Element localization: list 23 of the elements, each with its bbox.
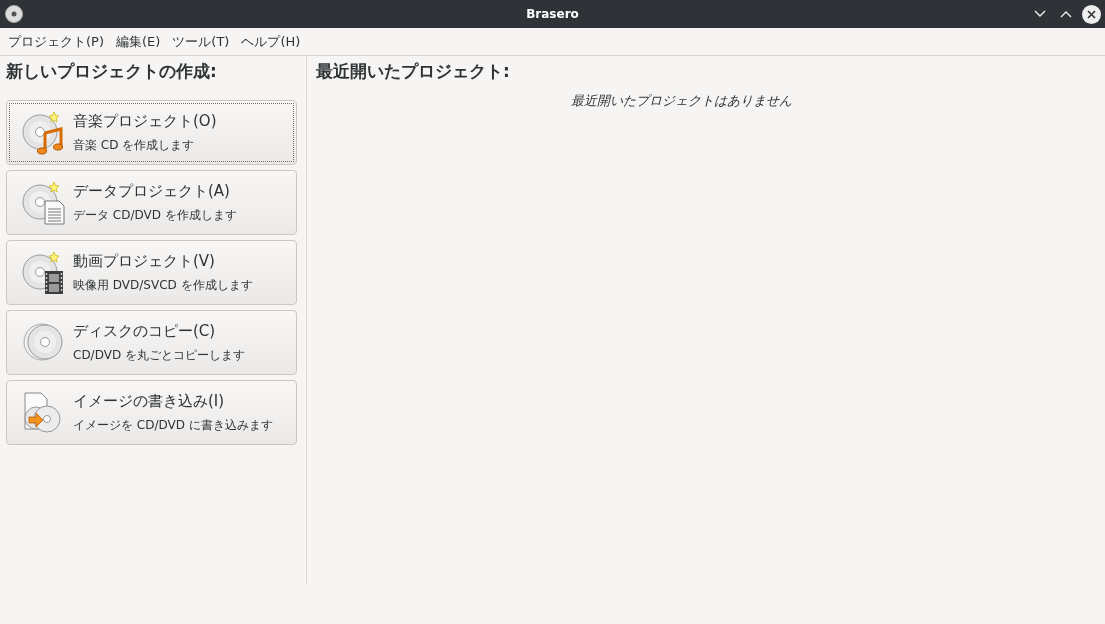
menu-item[interactable]: ツール(T) [167,29,235,54]
project-button[interactable]: ディスクのコピー(C) CD/DVD を丸ごとコピーします [6,309,297,375]
project-title: 動画プロジェクト(V) [73,250,216,272]
project-description: イメージを CD/DVD に書き込みます [73,417,273,435]
project-button[interactable]: 音楽プロジェクト(O) 音楽 CD を作成します [6,99,297,165]
project-title: ディスクのコピー(C) [73,320,217,342]
section-heading: 最近開いたプロジェクト: [316,60,511,83]
project-button[interactable]: 動画プロジェクト(V) 映像用 DVD/SVCD を作成します [6,239,297,305]
project-description: 音楽 CD を作成します [73,137,196,155]
menu-item[interactable]: プロジェクト(P) [3,29,109,54]
section-heading: 新しいプロジェクトの作成: [6,60,218,83]
empty-message: 最近開いたプロジェクトはありません [569,91,793,110]
menu-item[interactable]: ヘルプ(H) [236,29,306,54]
project-description: CD/DVD を丸ごとコピーします [73,347,245,365]
project-title: データプロジェクト(A) [73,180,231,202]
project-title: 音楽プロジェクト(O) [73,110,217,132]
window-title: Brasero [526,6,579,23]
menu-item[interactable]: 編集(E) [111,29,166,54]
project-title: イメージの書き込み(I) [73,390,226,412]
project-description: データ CD/DVD を作成します [73,207,237,225]
project-description: 映像用 DVD/SVCD を作成します [73,277,253,295]
project-button[interactable]: イメージの書き込み(I) イメージを CD/DVD に書き込みます [6,379,297,445]
project-button[interactable]: データプロジェクト(A) データ CD/DVD を作成します [6,169,297,235]
